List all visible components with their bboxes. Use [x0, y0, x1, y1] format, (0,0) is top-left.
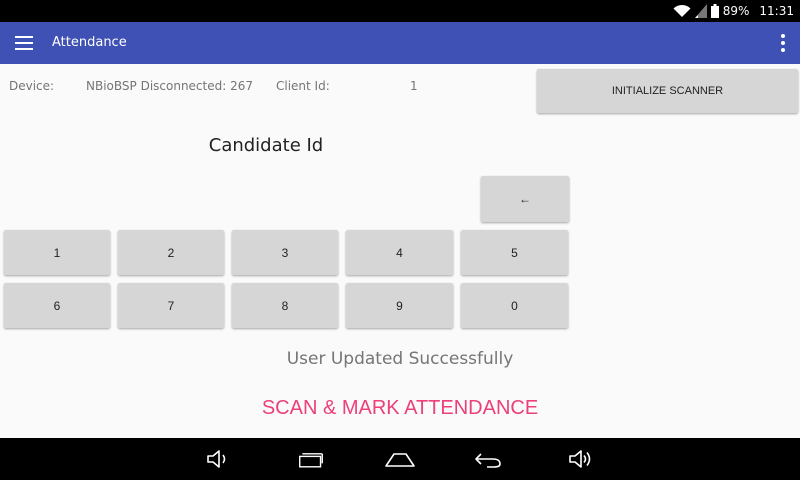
key-0[interactable]: 0 — [461, 283, 568, 328]
client-id-value: 1 — [410, 79, 418, 93]
back-icon[interactable] — [473, 448, 503, 470]
status-indicators: 89% 11:31 — [673, 0, 794, 22]
device-status: NBioBSP Disconnected: 267 — [86, 79, 253, 93]
scan-mark-attendance-button[interactable]: SCAN & MARK ATTENDANCE — [0, 397, 800, 420]
signal-icon — [694, 4, 707, 18]
recents-icon[interactable] — [298, 448, 324, 470]
backspace-button[interactable]: ← — [481, 176, 569, 222]
battery-percent: 89% — [722, 4, 750, 18]
home-icon[interactable] — [384, 448, 416, 470]
clock: 11:31 — [759, 4, 794, 18]
app-title: Attendance — [52, 35, 127, 50]
key-7[interactable]: 7 — [118, 283, 224, 328]
device-label: Device: — [9, 79, 55, 93]
key-8[interactable]: 8 — [232, 283, 338, 328]
key-9[interactable]: 9 — [346, 283, 453, 328]
candidate-id-label: Candidate Id — [208, 135, 324, 156]
overflow-menu-icon[interactable] — [780, 34, 786, 52]
key-3[interactable]: 3 — [232, 230, 338, 275]
status-message: User Updated Successfully — [286, 349, 514, 369]
volume-down-icon[interactable] — [205, 448, 231, 470]
key-4[interactable]: 4 — [346, 230, 453, 275]
client-id-label: Client Id: — [276, 79, 330, 93]
key-5[interactable]: 5 — [461, 230, 568, 275]
app-bar: Attendance — [0, 22, 800, 64]
key-1[interactable]: 1 — [4, 230, 110, 275]
battery-icon — [710, 4, 719, 18]
initialize-scanner-button[interactable]: INITIALIZE SCANNER — [537, 69, 798, 113]
key-6[interactable]: 6 — [4, 283, 110, 328]
key-2[interactable]: 2 — [118, 230, 224, 275]
menu-icon[interactable] — [15, 36, 33, 50]
wifi-icon — [673, 4, 691, 17]
volume-up-icon[interactable] — [568, 448, 594, 470]
status-bar: 89% 11:31 — [0, 0, 800, 22]
navigation-bar — [0, 438, 800, 480]
